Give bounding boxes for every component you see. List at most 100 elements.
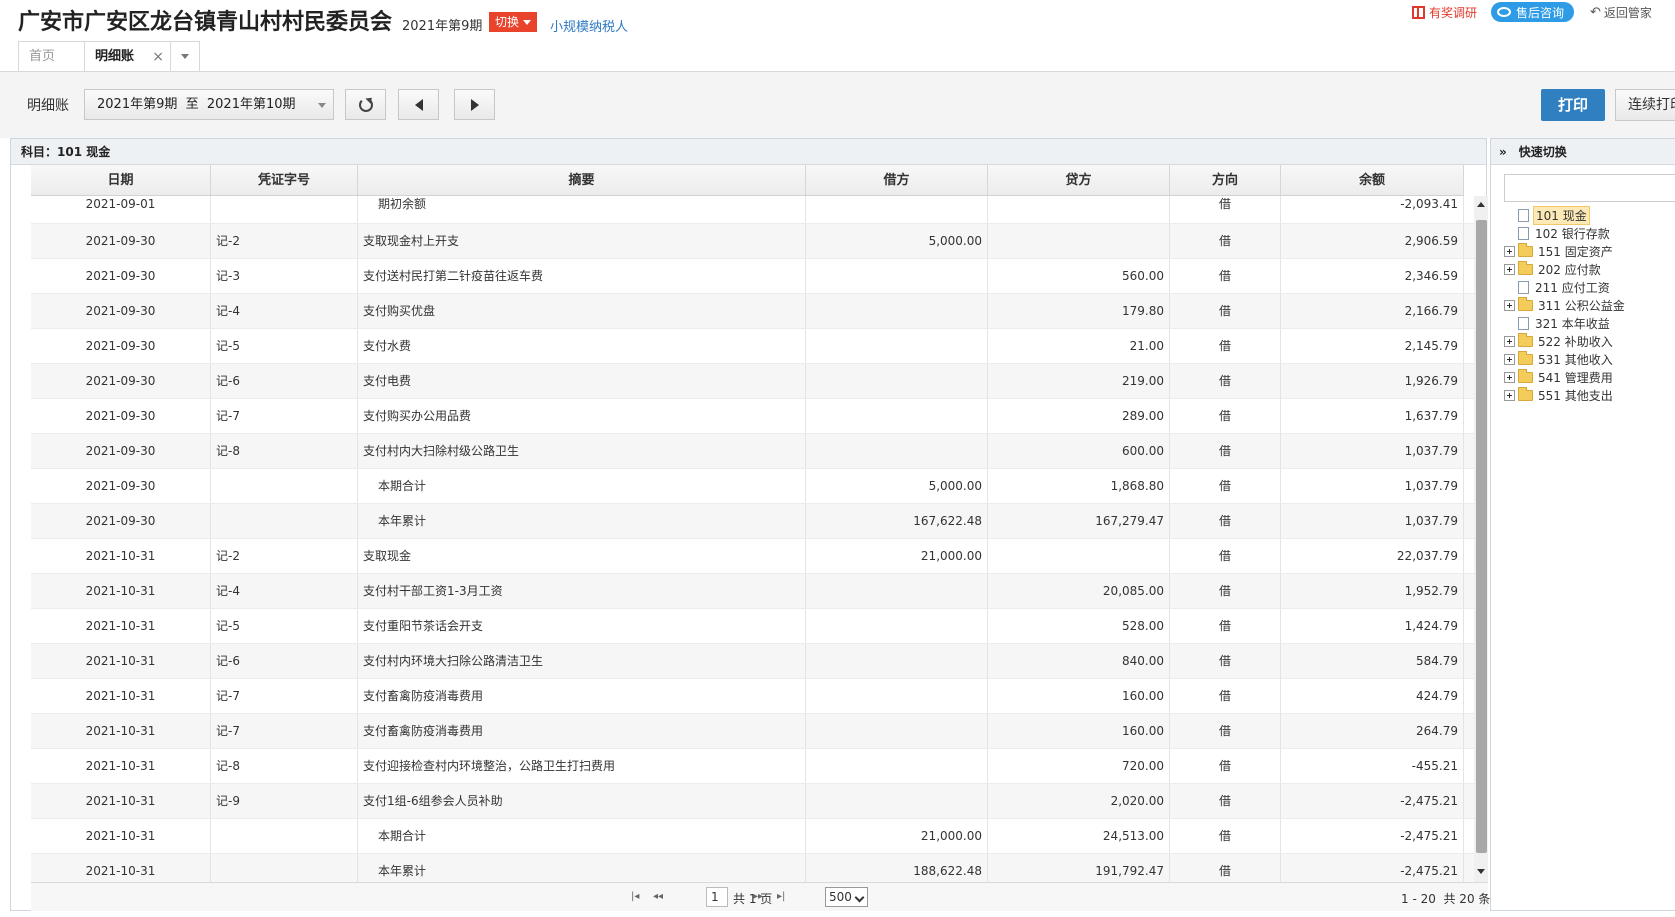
expand-icon[interactable] xyxy=(1504,263,1515,275)
table-row[interactable]: 2021-09-30 记-4 支付购买优盘 179.80 借 2,166.79 xyxy=(31,294,1474,329)
expand-icon[interactable] xyxy=(1504,299,1515,311)
cell-balance: 2,906.59 xyxy=(1281,224,1464,258)
tree-node[interactable]: 522 补助收入 xyxy=(1504,332,1627,350)
period-range-value: 2021年第9期 至 2021年第10期 xyxy=(97,97,296,112)
table-row[interactable]: 2021-10-31 记-7 支付畜禽防疫消毒费用 160.00 借 264.79 xyxy=(31,714,1474,749)
cell-credit: 191,792.47 xyxy=(988,854,1170,882)
table-row[interactable]: 2021-10-31 记-7 支付畜禽防疫消毒费用 160.00 借 424.79 xyxy=(31,679,1474,714)
col-date[interactable]: 日期 xyxy=(31,165,211,195)
tree-node[interactable]: 151 固定资产 xyxy=(1504,242,1627,260)
table-row[interactable]: 2021-09-30 记-6 支付电费 219.00 借 1,926.79 xyxy=(31,364,1474,399)
cell-balance: -2,475.21 xyxy=(1281,854,1464,882)
tree-node[interactable]: 202 应付款 xyxy=(1504,260,1627,278)
table-row[interactable]: 2021-09-30 本期合计 5,000.00 1,868.80 借 1,037.79 xyxy=(31,469,1474,504)
next-page-icon[interactable]: ▸▸ xyxy=(753,891,763,902)
expand-icon[interactable] xyxy=(1504,353,1515,365)
table-row[interactable]: 2021-09-30 记-3 支付送村民打第二针疫苗往返车费 560.00 借 2,346… xyxy=(31,259,1474,294)
period-range-select[interactable]: 2021年第9期 至 2021年第10期 xyxy=(84,89,334,120)
tab-home[interactable]: 首页 xyxy=(18,41,85,71)
table-row[interactable]: 2021-10-31 记-5 支付重阳节茶话会开支 528.00 借 1,424.79 xyxy=(31,609,1474,644)
table-row[interactable]: 2021-09-30 本年累计 167,622.48 167,279.47 借 1,037… xyxy=(31,504,1474,539)
tree-node[interactable]: 531 其他收入 xyxy=(1504,350,1627,368)
table-row[interactable]: 2021-10-31 记-9 支付1组-6组参会人员补助 2,020.00 借 -2,47… xyxy=(31,784,1474,819)
cell-direction: 借 xyxy=(1170,259,1281,293)
tree-node[interactable]: 311 公积公益金 xyxy=(1504,296,1627,314)
tree-node[interactable]: 541 管理费用 xyxy=(1504,368,1627,386)
back-link[interactable]: ↶ 返回管家 xyxy=(1590,2,1652,22)
refresh-button[interactable] xyxy=(345,89,386,120)
tab-dropdown[interactable] xyxy=(170,41,200,71)
next-period-button[interactable] xyxy=(454,89,495,120)
col-credit[interactable]: 贷方 xyxy=(988,165,1170,195)
caret-down-icon xyxy=(181,54,189,59)
tree-node[interactable]: 211 应付工资 xyxy=(1504,278,1627,296)
page-size-select[interactable]: 500 xyxy=(825,887,868,907)
table-row[interactable]: 2021-10-31 记-2 支取现金 21,000.00 借 22,037.79 xyxy=(31,539,1474,574)
tree-node[interactable]: 101 现金 xyxy=(1504,205,1627,225)
tab-ledger[interactable]: 明细账 × xyxy=(84,41,171,71)
cell-debit: 21,000.00 xyxy=(806,539,988,573)
table-row[interactable]: 2021-09-30 记-5 支付水费 21.00 借 2,145.79 xyxy=(31,329,1474,364)
close-icon[interactable]: × xyxy=(152,42,164,72)
page-number-input[interactable]: 1 xyxy=(706,887,728,907)
scroll-up-icon[interactable] xyxy=(1477,202,1485,207)
cell-date: 2021-10-31 xyxy=(31,539,211,573)
table-row[interactable]: 2021-10-31 本期合计 21,000.00 24,513.00 借 -2,475.… xyxy=(31,819,1474,854)
cell-voucher: 记-5 xyxy=(211,329,358,363)
tree-node-label: 202 应付款 xyxy=(1538,262,1601,277)
consult-button[interactable]: 售后咨询 xyxy=(1491,2,1575,22)
col-balance[interactable]: 余额 xyxy=(1281,165,1464,195)
file-icon xyxy=(1518,316,1529,330)
switch-label: 切换 xyxy=(495,15,520,29)
switch-period-button[interactable]: 切换 xyxy=(489,12,538,32)
tree-node[interactable]: 102 银行存款 xyxy=(1504,224,1627,242)
table-row[interactable]: 2021-10-31 本年累计 188,622.48 191,792.47 借 -2,47… xyxy=(31,854,1474,882)
caret-down-icon xyxy=(523,20,532,25)
file-icon xyxy=(1518,226,1529,240)
cell-debit xyxy=(806,679,988,713)
print-button[interactable]: 打印 xyxy=(1541,89,1605,121)
continuous-print-button[interactable]: 连续打印 xyxy=(1615,89,1675,121)
col-voucher[interactable]: 凭证字号 xyxy=(211,165,358,195)
cell-date: 2021-09-01 xyxy=(31,196,211,223)
scroll-down-icon[interactable] xyxy=(1477,869,1485,874)
vertical-scrollbar[interactable] xyxy=(1474,196,1488,882)
col-summary[interactable]: 摘要 xyxy=(358,165,806,195)
expand-icon[interactable] xyxy=(1504,335,1515,347)
prev-page-icon[interactable]: ◂◂ xyxy=(653,891,663,902)
cell-credit: 219.00 xyxy=(988,364,1170,398)
expand-icon[interactable] xyxy=(1504,371,1515,383)
table-row[interactable]: 2021-09-30 记-2 支取现金村上开支 5,000.00 借 2,906.59 xyxy=(31,224,1474,259)
quick-search-input[interactable] xyxy=(1504,174,1675,202)
taxpayer-type-link[interactable]: 小规模纳税人 xyxy=(550,16,628,35)
survey-link[interactable]: 有奖调研 xyxy=(1412,2,1477,22)
prev-period-button[interactable] xyxy=(398,89,439,120)
cell-voucher xyxy=(211,854,358,882)
col-debit[interactable]: 借方 xyxy=(806,165,988,195)
table-row[interactable]: 2021-09-30 记-8 支付村内大扫除村级公路卫生 600.00 借 1,037.7… xyxy=(31,434,1474,469)
table-row[interactable]: 2021-09-30 记-7 支付购买办公用品费 289.00 借 1,637.79 xyxy=(31,399,1474,434)
cell-direction: 借 xyxy=(1170,714,1281,748)
table-row[interactable]: 2021-09-01 期初余额 借 -2,093.41 xyxy=(31,196,1474,224)
table-row[interactable]: 2021-10-31 记-8 支付迎接检查村内环境整治，公路卫生打扫费用 720.00… xyxy=(31,749,1474,784)
table-row[interactable]: 2021-10-31 记-6 支付村内环境大扫除公路清洁卫生 840.00 借 584.7… xyxy=(31,644,1474,679)
cell-voucher: 记-7 xyxy=(211,679,358,713)
tab-ledger-label: 明细账 xyxy=(95,49,135,64)
table-row[interactable]: 2021-10-31 记-4 支付村干部工资1-3月工资 20,085.00 借 1,95… xyxy=(31,574,1474,609)
tree-node[interactable]: 321 本年收益 xyxy=(1504,314,1627,332)
first-page-icon[interactable]: |◂ xyxy=(631,891,639,902)
collapse-icon[interactable]: » xyxy=(1499,145,1507,159)
cell-voucher xyxy=(211,196,358,223)
cell-balance: 2,346.59 xyxy=(1281,259,1464,293)
tree-node[interactable]: 551 其他支出 xyxy=(1504,386,1627,404)
cell-debit xyxy=(806,784,988,818)
scroll-thumb[interactable] xyxy=(1476,220,1487,853)
folder-icon xyxy=(1518,368,1533,383)
expand-icon[interactable] xyxy=(1504,389,1515,401)
cell-debit: 21,000.00 xyxy=(806,819,988,853)
last-page-icon[interactable]: ▸| xyxy=(777,891,785,902)
cell-balance: 22,037.79 xyxy=(1281,539,1464,573)
col-direction[interactable]: 方向 xyxy=(1170,165,1281,195)
expand-icon[interactable] xyxy=(1504,245,1515,257)
